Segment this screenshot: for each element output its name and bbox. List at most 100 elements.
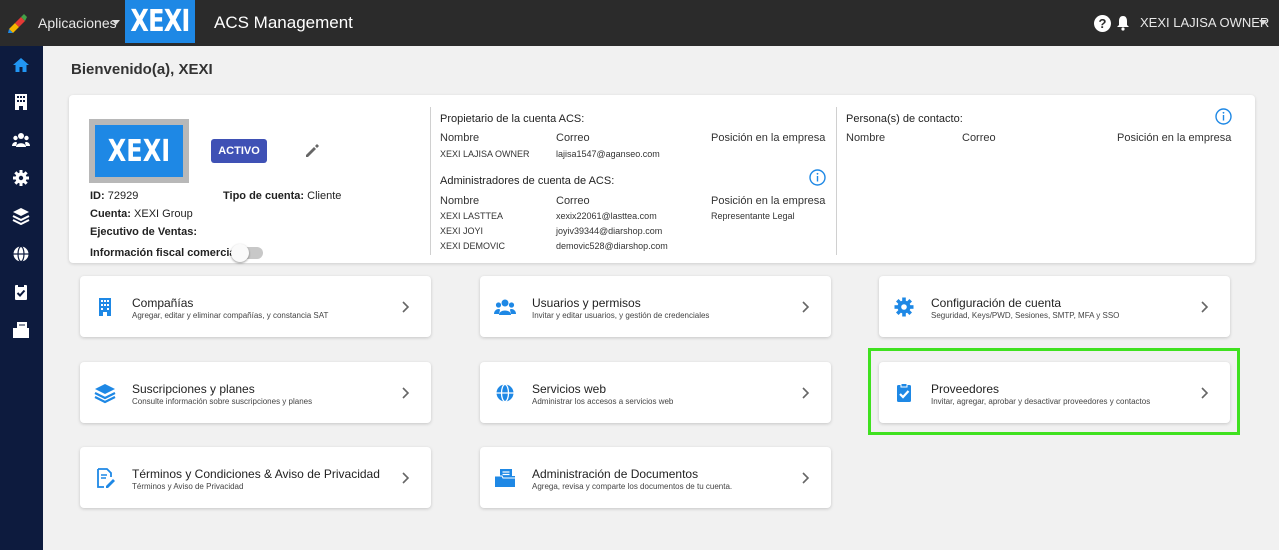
tile-subtitle: Términos y Aviso de Privacidad [132,482,244,491]
admins-info-icon[interactable] [809,169,826,186]
tile-subtitle: Agregar, editar y eliminar compañías, y … [132,311,329,320]
sales-exec: Ejecutivo de Ventas: [90,226,197,238]
admins-header-email: Correo [556,195,590,207]
tile-subtitle: Consulte información sobre suscripciones… [132,397,313,406]
admins-header-name: Nombre [440,195,480,207]
sales-exec-label: Ejecutivo de Ventas: [90,226,197,238]
tile-title: Suscripciones y planes [132,382,255,396]
app-title: ACS Management [214,13,353,32]
account-id: ID: 72929 [90,190,138,202]
contacts-header-email: Correo [962,132,996,144]
tile-suscripciones[interactable]: Suscripciones y planes Consulte informac… [80,362,431,423]
globe-icon [494,382,516,404]
account-id-value: 72929 [107,190,139,202]
fiscal-info-toggle[interactable] [231,244,263,262]
divider [836,107,837,255]
account-name: Cuenta: XEXI Group [90,208,193,220]
documents-icon [494,467,516,489]
layers-icon [94,382,116,404]
tile-title: Usuarios y permisos [532,296,641,310]
admin-email: joyiv39344@diarshop.com [556,226,663,236]
sidebar-item-documents[interactable] [8,317,34,343]
users-icon [494,296,516,318]
highlight-box [868,348,1240,435]
documents-icon [13,322,29,338]
contacts-info-icon[interactable] [1215,108,1232,125]
chevron-right-icon [1200,300,1210,314]
clipboard-check-icon [15,284,27,300]
account-type: Tipo de cuenta: Cliente [223,190,341,202]
xexi-logo: XEXI [125,0,195,43]
bell-icon[interactable] [1115,15,1131,31]
account-card: XEXI ACTIVO ID: 72929 Tipo de cuenta: Cl… [69,95,1255,263]
tile-title: Configuración de cuenta [931,296,1062,310]
sidebar-item-settings[interactable] [8,165,34,191]
owner-section-title: Propietario de la cuenta ACS: [440,113,585,125]
chevron-right-icon [801,386,811,400]
tile-title: Compañías [132,296,194,310]
status-button[interactable]: ACTIVO [211,139,267,163]
account-name-label: Cuenta: [90,208,131,220]
account-logo-text: XEXI [107,133,171,169]
tile-configuracion[interactable]: Configuración de cuenta Seguridad, Keys/… [879,276,1230,337]
owner-header-position: Posición en la empresa [711,132,826,144]
sidebar-item-users[interactable] [8,127,34,153]
tile-subtitle: Administrar los accesos a servicios web [532,397,674,406]
tile-terminos[interactable]: Términos y Condiciones & Aviso de Privac… [80,447,431,508]
owner-email: lajisa1547@aganseo.com [556,149,660,159]
globe-icon [13,245,29,263]
account-logo: XEXI [89,119,189,183]
chevron-right-icon [801,471,811,485]
building-icon [94,296,116,318]
users-icon [12,133,30,147]
building-icon [15,94,27,110]
admin-position: Representante Legal [711,211,795,221]
edit-icon[interactable] [303,142,321,160]
apps-caret-icon[interactable] [112,20,120,25]
tile-subtitle: Agrega, revisa y comparte los documentos… [532,482,733,491]
admin-name: XEXI LASTTEA [440,211,504,221]
fiscal-info-label: Información fiscal comercial: [90,247,243,259]
user-menu-label[interactable]: XEXI LAJISA OWNER [1140,15,1269,30]
contacts-section-title: Persona(s) de contacto: [846,113,963,125]
home-icon [13,58,29,72]
tile-title: Términos y Condiciones & Aviso de Privac… [132,467,380,481]
admin-name: XEXI DEMOVIC [440,241,506,251]
layers-icon [12,208,30,225]
tile-subtitle: Invitar y editar usuarios, y gestión de … [532,311,710,320]
owner-name: XEXI LAJISA OWNER [440,149,530,159]
apps-icon[interactable] [6,12,28,34]
sidebar [0,46,43,550]
tile-companias[interactable]: Compañías Agregar, editar y eliminar com… [80,276,431,337]
chevron-right-icon [401,300,411,314]
gear-icon [893,296,915,318]
tile-subtitle: Seguridad, Keys/PWD, Sesiones, SMTP, MFA… [931,311,1120,320]
tile-servicios-web[interactable]: Servicios web Administrar los accesos a … [480,362,831,423]
sidebar-item-home[interactable] [8,52,34,78]
sidebar-item-subscriptions[interactable] [8,203,34,229]
contacts-header-name: Nombre [846,132,886,144]
account-name-value: XEXI Group [134,208,193,220]
sidebar-item-companies[interactable] [8,89,34,115]
user-caret-icon[interactable] [1259,20,1267,25]
divider [430,107,431,255]
admins-section-title: Administradores de cuenta de ACS: [440,175,615,187]
admin-email: demovic528@diarshop.com [556,241,668,251]
gear-icon [13,170,29,186]
sidebar-item-web-services[interactable] [8,241,34,267]
admins-header-position: Posición en la empresa [711,195,826,207]
account-id-label: ID: [90,190,105,202]
tile-usuarios[interactable]: Usuarios y permisos Invitar y editar usu… [480,276,831,337]
sidebar-item-providers[interactable] [8,279,34,305]
tile-title: Servicios web [532,382,607,396]
account-type-value: Cliente [307,190,342,202]
owner-header-name: Nombre [440,132,480,144]
apps-menu-label[interactable]: Aplicaciones [38,15,117,31]
fiscal-info: Información fiscal comercial: [90,247,242,259]
contacts-header-position: Posición en la empresa [1117,132,1232,144]
chevron-right-icon [401,386,411,400]
help-icon[interactable]: ? [1094,15,1111,32]
tile-documentos[interactable]: Administración de Documentos Agrega, rev… [480,447,831,508]
top-bar: Aplicaciones XEXI ACS Management ? XEXI … [0,0,1279,46]
owner-header-email: Correo [556,132,590,144]
